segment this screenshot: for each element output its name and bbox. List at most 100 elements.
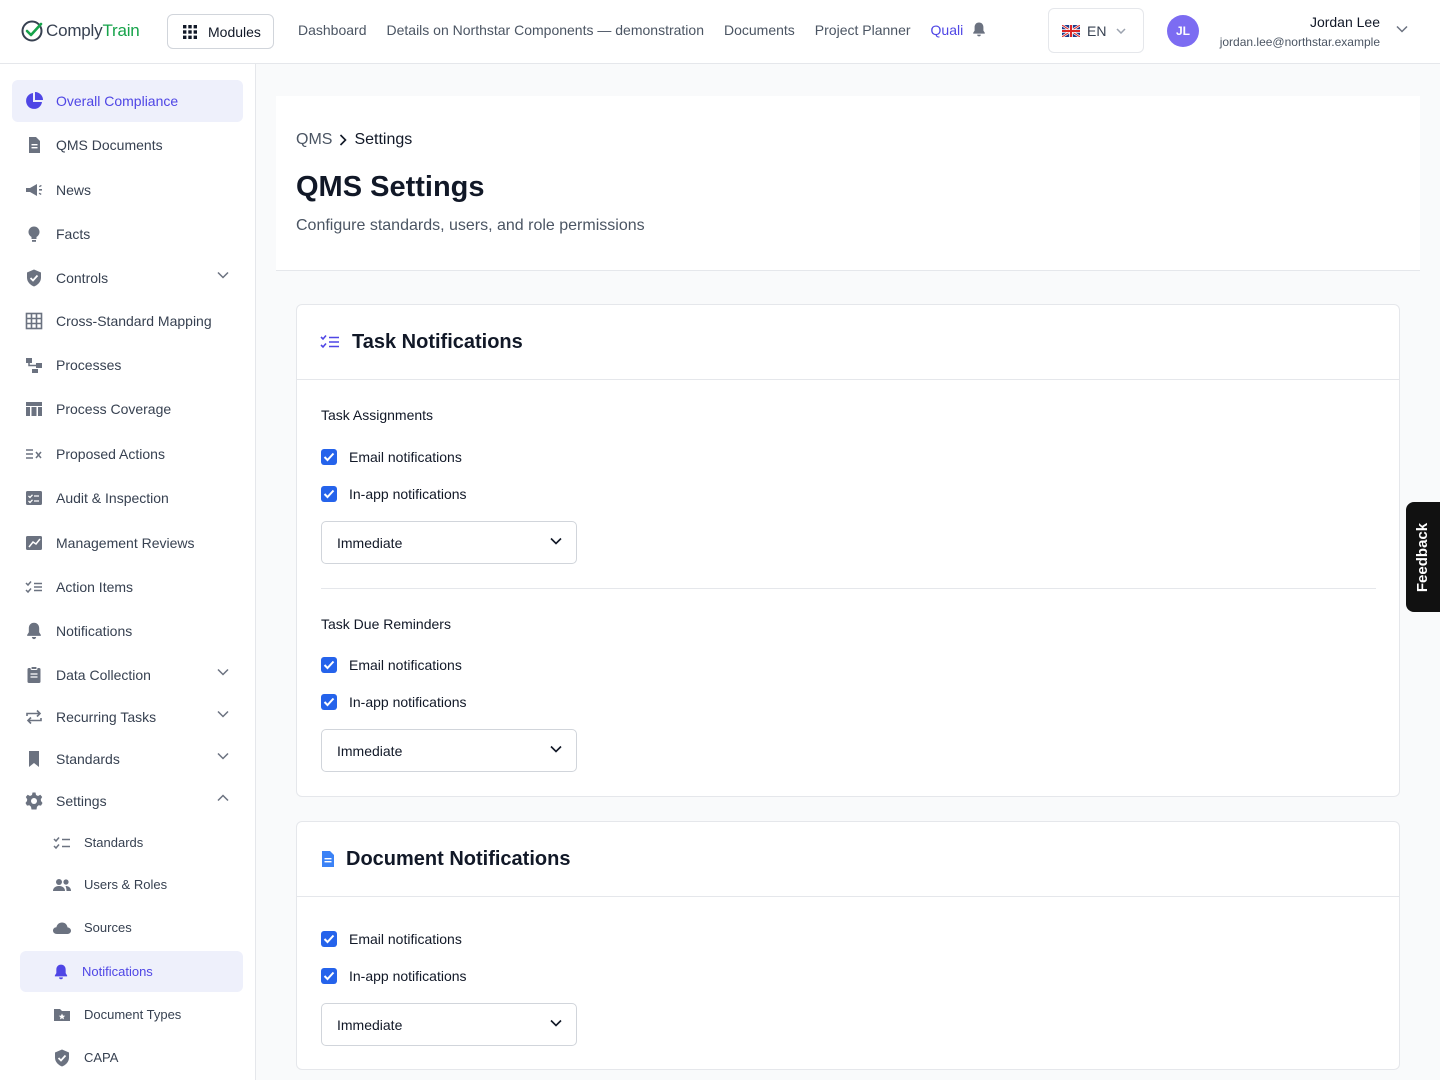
bell-icon[interactable]	[971, 21, 987, 38]
card-title: Document Notifications	[346, 847, 571, 870]
page-title: QMS Settings	[296, 171, 485, 203]
sidebar-item-proposed-actions[interactable]: Proposed Actions	[12, 433, 243, 475]
flow-icon	[26, 358, 42, 373]
sidebar-item-process-coverage[interactable]: Process Coverage	[12, 388, 243, 430]
feedback-tab[interactable]: Feedback	[1406, 502, 1440, 612]
check-icon	[323, 452, 335, 462]
sidebar-item-action-items[interactable]: Action Items	[12, 566, 243, 608]
nav-quali[interactable]: Quali	[931, 22, 964, 38]
sidebar-item-cross-standard-mapping[interactable]: Cross-Standard Mapping	[12, 300, 243, 342]
check-icon	[323, 934, 335, 944]
sidebar-item-audit-inspection[interactable]: Audit & Inspection	[12, 477, 243, 519]
card-header: Task Notifications	[297, 305, 1399, 380]
sidebar-item-qms-documents[interactable]: QMS Documents	[12, 124, 243, 166]
checkbox[interactable]	[321, 694, 337, 710]
chevron-down-icon	[550, 1019, 562, 1027]
sidebar-item-recurring-tasks[interactable]: Recurring Tasks	[12, 696, 243, 738]
language-selector[interactable]: EN	[1048, 8, 1144, 53]
nav-project-details[interactable]: Details on Northstar Components — demons…	[387, 22, 704, 38]
users-icon	[53, 878, 71, 891]
sidebar-item-notifications[interactable]: Notifications	[12, 610, 243, 652]
settings-sub-capa[interactable]: CAPA	[20, 1037, 243, 1078]
settings-sub-notifications[interactable]: Notifications	[20, 951, 243, 992]
shield-check-icon	[27, 269, 41, 287]
feedback-label: Feedback	[1414, 522, 1432, 592]
breadcrumb-qms[interactable]: QMS	[296, 131, 332, 149]
avatar[interactable]: JL	[1167, 15, 1199, 47]
sidebar-item-news[interactable]: News	[12, 169, 243, 211]
nav-dashboard[interactable]: Dashboard	[298, 22, 367, 38]
nav-documents[interactable]: Documents	[724, 22, 795, 38]
chevron-down-icon[interactable]	[1396, 25, 1408, 33]
sidebar-item-processes[interactable]: Processes	[12, 344, 243, 386]
chevron-right-icon	[340, 134, 348, 146]
user-email: jordan.lee@northstar.example	[1219, 35, 1380, 49]
checkbox[interactable]	[321, 449, 337, 465]
chevron-up-icon	[217, 794, 229, 802]
app-logo[interactable]: ComplyTrain	[20, 18, 140, 44]
sidebar-item-settings[interactable]: Settings	[12, 780, 243, 822]
sidebar-item-data-collection[interactable]: Data Collection	[12, 654, 243, 696]
uk-flag-icon	[1062, 24, 1080, 37]
settings-sub-sources[interactable]: Sources	[20, 907, 243, 948]
breadcrumb-settings: Settings	[354, 131, 413, 148]
sidebar-item-management-reviews[interactable]: Management Reviews	[12, 522, 243, 564]
check-icon	[323, 697, 335, 707]
repeat-icon	[26, 709, 42, 725]
page-subtitle: Configure standards, users, and role per…	[296, 217, 645, 234]
sidebar-item-overall-compliance[interactable]: Overall Compliance	[12, 80, 243, 122]
bell-icon	[54, 964, 68, 979]
task-notifications-card: Task Notifications Task Assignments Emai…	[296, 304, 1400, 797]
table-icon	[26, 402, 42, 416]
settings-sub-document-types[interactable]: Document Types	[20, 994, 243, 1035]
chevron-down-icon	[550, 537, 562, 545]
checkbox[interactable]	[321, 931, 337, 947]
check-circle-logo-icon	[21, 20, 43, 42]
clipboard-icon	[27, 666, 41, 683]
gear-icon	[25, 792, 43, 810]
chevron-down-icon	[217, 752, 229, 760]
megaphone-icon	[26, 184, 42, 196]
inapp-notifications-checkbox[interactable]: In-app notifications	[321, 968, 467, 984]
section-title: Task Due Reminders	[321, 616, 451, 632]
card-title: Task Notifications	[352, 330, 523, 353]
logo-text: ComplyTrain	[46, 21, 140, 40]
grid-icon	[25, 312, 43, 330]
sidebar-item-facts[interactable]: Facts	[12, 213, 243, 255]
modules-label: Modules	[208, 23, 261, 40]
checkbox[interactable]	[321, 657, 337, 673]
section-title: Task Assignments	[321, 407, 434, 423]
email-notifications-checkbox[interactable]: Email notifications	[321, 657, 462, 673]
sidebar: Overall Compliance QMS Documents News Fa…	[0, 64, 256, 1080]
user-menu[interactable]: Jordan Lee jordan.lee@northstar.example	[1220, 14, 1380, 49]
sidebar-item-standards[interactable]: Standards	[12, 738, 243, 780]
section-divider	[321, 588, 1376, 589]
cloud-icon	[53, 922, 71, 934]
check-icon	[323, 971, 335, 981]
email-notifications-checkbox[interactable]: Email notifications	[321, 449, 462, 465]
settings-sub-standards[interactable]: Standards	[20, 822, 243, 863]
nav-project-planner[interactable]: Project Planner	[815, 22, 911, 38]
card-header: Document Notifications	[297, 822, 1399, 897]
bookmark-icon	[29, 751, 39, 767]
chevron-down-icon	[217, 710, 229, 718]
list-check-icon	[25, 581, 42, 594]
grid-dots-icon	[183, 24, 197, 39]
sidebar-item-controls[interactable]: Controls	[12, 257, 243, 299]
top-bar: ComplyTrain Modules Dashboard Details on…	[0, 0, 1440, 64]
checkbox[interactable]	[321, 968, 337, 984]
frequency-select[interactable]: Immediate	[321, 729, 577, 772]
chevron-down-icon	[217, 668, 229, 676]
modules-button[interactable]: Modules	[167, 14, 274, 49]
email-notifications-checkbox[interactable]: Email notifications	[321, 931, 462, 947]
frequency-select[interactable]: Immediate	[321, 1003, 577, 1046]
breadcrumb: QMS Settings	[296, 131, 412, 149]
frequency-select[interactable]: Immediate	[321, 521, 577, 564]
inapp-notifications-checkbox[interactable]: In-app notifications	[321, 486, 467, 502]
settings-sub-users-roles[interactable]: Users & Roles	[20, 864, 243, 905]
check-icon	[323, 489, 335, 499]
chevron-down-icon	[217, 271, 229, 279]
inapp-notifications-checkbox[interactable]: In-app notifications	[321, 694, 467, 710]
language-label: EN	[1087, 22, 1107, 39]
checkbox[interactable]	[321, 486, 337, 502]
